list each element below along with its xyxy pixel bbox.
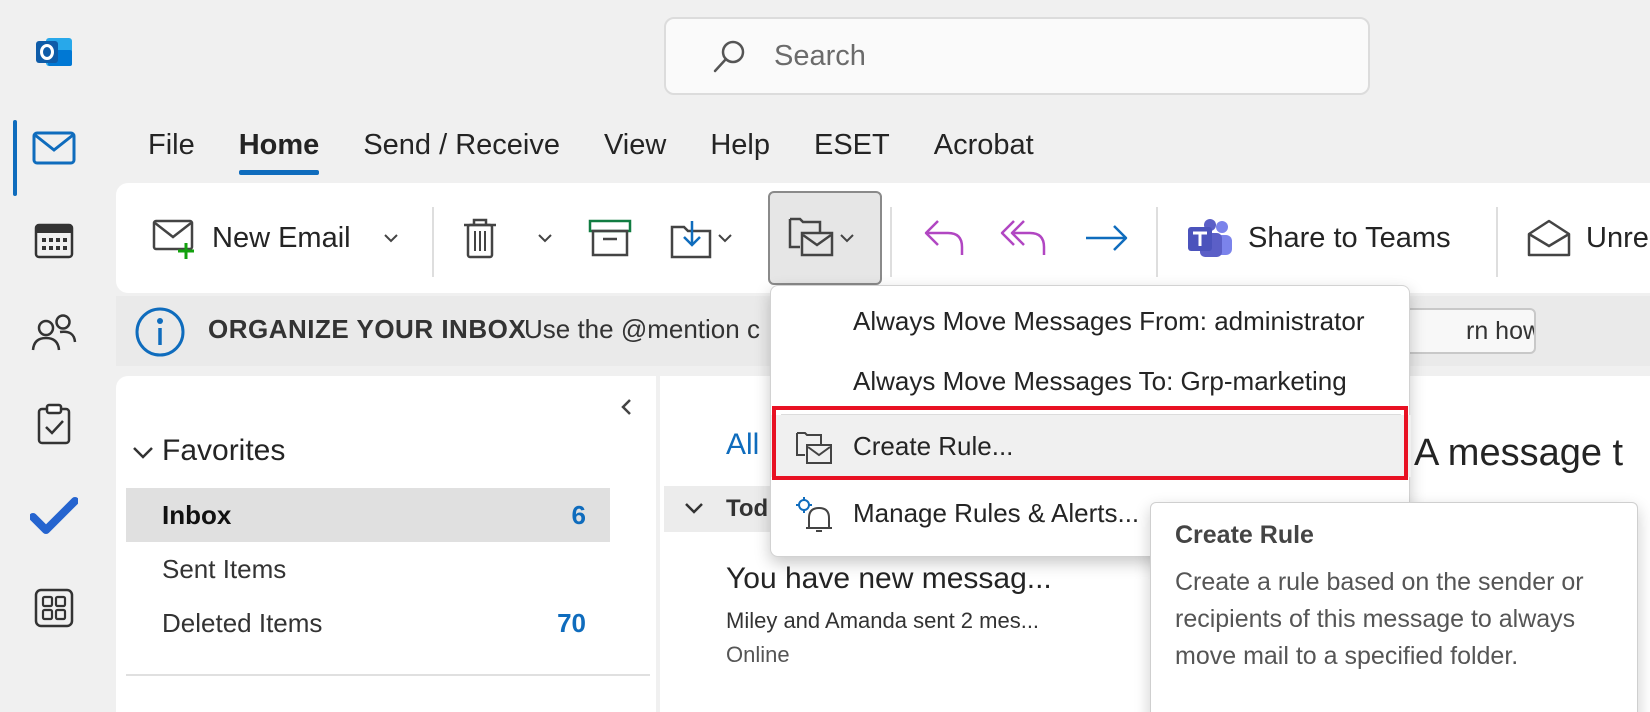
highlight-annotation-box xyxy=(772,406,1408,480)
tab-all[interactable]: All xyxy=(726,428,759,462)
favorites-header[interactable]: Favorites xyxy=(162,434,285,468)
rules-icon xyxy=(788,213,836,259)
reply-icon xyxy=(922,217,966,259)
rules-button[interactable] xyxy=(768,191,882,285)
reply-button[interactable] xyxy=(922,183,966,293)
unread-read-label: Unre xyxy=(1586,221,1649,254)
unread-read-button[interactable]: Unre xyxy=(1526,183,1649,293)
chevron-down-icon xyxy=(684,502,704,515)
rail-active-indicator xyxy=(13,120,17,196)
share-to-teams-label: Share to Teams xyxy=(1248,221,1451,254)
tab-file[interactable]: File xyxy=(148,125,195,175)
info-bar-text: Use the @mention c xyxy=(524,314,760,344)
unread-count: 6 xyxy=(571,499,586,530)
folder-label: Sent Items xyxy=(162,553,287,584)
menu-item-always-move-to[interactable]: Always Move Messages To: Grp-marketing xyxy=(771,350,1411,412)
info-bar-title: ORGANIZE YOUR INBOX xyxy=(208,314,527,344)
todo-checkmark-icon[interactable] xyxy=(20,486,88,546)
tasks-clipboard-icon[interactable] xyxy=(20,394,88,454)
move-to-folder-icon xyxy=(670,217,714,259)
search-box[interactable]: Search xyxy=(664,17,1370,95)
tab-send-receive[interactable]: Send / Receive xyxy=(363,125,560,175)
search-input[interactable]: Search xyxy=(774,40,866,73)
forward-icon xyxy=(1084,222,1130,254)
reply-all-button[interactable] xyxy=(1000,183,1048,293)
folder-pane: Favorites Inbox 6 Sent Items Deleted Ite… xyxy=(116,376,656,712)
forward-button[interactable] xyxy=(1084,183,1130,293)
message-status: Online xyxy=(726,642,790,667)
ribbon-divider xyxy=(432,207,434,277)
teams-icon xyxy=(1186,217,1234,259)
reply-all-icon xyxy=(1000,217,1048,259)
app-rail xyxy=(0,0,108,712)
new-email-label: New Email xyxy=(212,221,351,254)
ribbon-divider xyxy=(890,207,892,277)
collapse-pane-icon[interactable] xyxy=(620,398,632,416)
menu-item-label: Always Move Messages From: administrator xyxy=(853,305,1365,336)
tab-help[interactable]: Help xyxy=(710,125,770,175)
delete-dropdown[interactable] xyxy=(538,183,552,293)
calendar-icon[interactable] xyxy=(20,210,88,270)
folder-deleted-items[interactable]: Deleted Items 70 xyxy=(126,596,610,650)
mail-icon[interactable] xyxy=(20,118,88,178)
outlook-logo-icon xyxy=(20,22,88,82)
tab-home[interactable]: Home xyxy=(238,125,319,175)
chevron-down-icon[interactable] xyxy=(132,446,154,460)
tab-eset[interactable]: ESET xyxy=(814,125,890,175)
search-icon xyxy=(712,38,748,74)
open-envelope-icon xyxy=(1526,218,1572,258)
folder-label: Inbox xyxy=(162,499,232,530)
delete-button[interactable] xyxy=(462,183,498,293)
folder-inbox[interactable]: Inbox 6 xyxy=(126,488,610,542)
archive-button[interactable] xyxy=(588,183,632,293)
menu-item-always-move-from[interactable]: Always Move Messages From: administrator xyxy=(771,290,1411,352)
people-icon[interactable] xyxy=(20,302,88,362)
new-email-button[interactable]: New Email xyxy=(152,183,351,293)
apps-grid-icon[interactable] xyxy=(20,578,88,638)
create-rule-tooltip: Create Rule Create a rule based on the s… xyxy=(1150,502,1638,712)
ribbon-divider xyxy=(1496,207,1498,277)
manage-rules-alerts-icon xyxy=(795,496,833,534)
folder-label: Deleted Items xyxy=(162,607,323,638)
reading-pane-title: A message t xyxy=(1414,432,1624,474)
chevron-down-icon xyxy=(718,233,732,243)
trash-icon xyxy=(462,217,498,259)
message-subject[interactable]: You have new messag... xyxy=(726,562,1052,596)
folder-sent-items[interactable]: Sent Items xyxy=(126,542,610,596)
new-email-dropdown[interactable] xyxy=(384,183,398,293)
menu-tabs: File Home Send / Receive View Help ESET … xyxy=(148,125,1078,175)
chevron-down-icon xyxy=(538,233,552,243)
chevron-down-icon xyxy=(840,233,854,243)
menu-item-label: Manage Rules & Alerts... xyxy=(853,497,1140,528)
tab-acrobat[interactable]: Acrobat xyxy=(934,125,1034,175)
chevron-down-icon xyxy=(384,233,398,243)
folder-divider xyxy=(126,674,650,676)
tooltip-body: Create a rule based on the sender or rec… xyxy=(1175,568,1584,670)
new-email-icon xyxy=(152,217,198,259)
move-to-button[interactable] xyxy=(670,183,732,293)
archive-icon xyxy=(588,219,632,257)
ribbon-divider xyxy=(1156,207,1158,277)
info-icon xyxy=(134,306,186,358)
group-label: Tod xyxy=(726,495,769,522)
ribbon: New Email Share to Teams Unre xyxy=(116,183,1650,293)
unread-count: 70 xyxy=(557,607,586,638)
tab-view[interactable]: View xyxy=(604,125,666,175)
tooltip-title: Create Rule xyxy=(1175,521,1314,549)
share-to-teams-button[interactable]: Share to Teams xyxy=(1186,183,1451,293)
menu-item-label: Always Move Messages To: Grp-marketing xyxy=(853,365,1347,396)
message-preview: Miley and Amanda sent 2 mes... xyxy=(726,608,1040,633)
